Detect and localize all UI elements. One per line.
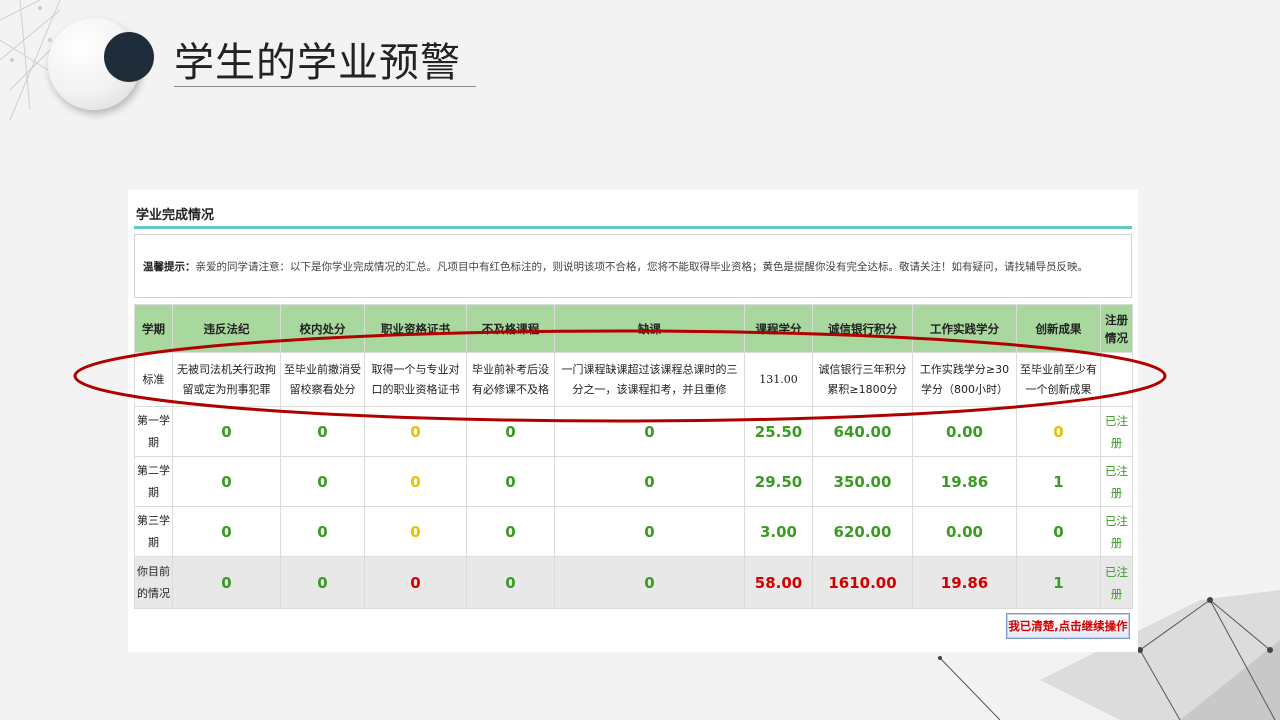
table-cell: 无被司法机关行政拘留或定为刑事犯罪 [172,352,281,407]
notice-text: 亲爱的同学请注意：以下是你学业完成情况的汇总。凡项目中有红色标注的，则说明该项不… [195,261,1089,273]
value-cell: 0 [280,506,365,557]
header-absence: 缺课 [554,304,745,353]
value-cell: 0 [466,556,555,609]
header-integrity-points: 诚信银行积分 [812,304,913,353]
standard-term: 标准 [134,352,173,407]
value-cell: 0.00 [912,506,1017,557]
table-cell: 诚信银行三年积分累积≥1800分 [812,352,913,407]
table-cell: 131.00 [744,352,813,407]
header-certificate: 职业资格证书 [364,304,467,353]
registration-status: 已注册 [1100,406,1133,457]
table-cell: 毕业前补考后没有必修课不及格 [466,352,555,407]
header-failed-courses: 不及格课程 [466,304,555,353]
value-cell: 0 [280,406,365,457]
value-cell: 0 [364,556,467,609]
value-cell: 0.00 [912,406,1017,457]
header-law-violation: 违反法纪 [172,304,281,353]
value-cell: 0 [172,406,281,457]
registration-status: 已注册 [1100,506,1133,557]
value-cell: 350.00 [812,456,913,507]
term-label: 第三学期 [134,506,173,557]
notice-label: 温馨提示： [143,261,196,273]
standard-row: 标准 无被司法机关行政拘留或定为刑事犯罪 至毕业前撤消受留校察看处分 取得一个与… [134,352,1133,407]
term-label: 你目前的情况 [134,556,173,609]
registration-status: 已注册 [1100,556,1133,609]
value-cell: 29.50 [744,456,813,507]
header-term: 学期 [134,304,173,353]
title-underline [174,86,476,87]
term-label: 第二学期 [134,456,173,507]
header-registration: 注册情况 [1100,304,1133,353]
term-label: 第一学期 [134,406,173,457]
term-row: 第二学期 0 0 0 0 0 29.50 350.00 19.86 1 已注册 [134,456,1133,507]
value-cell: 0 [554,556,745,609]
table-cell: 一门课程缺课超过该课程总课时的三分之一，该课程扣考，并且重修 [554,352,745,407]
value-cell: 0 [466,506,555,557]
value-cell: 0 [364,456,467,507]
registration-status: 已注册 [1100,456,1133,507]
value-cell: 0 [172,556,281,609]
value-cell: 0 [1016,506,1101,557]
value-cell: 0 [554,456,745,507]
value-cell: 25.50 [744,406,813,457]
value-cell: 0 [554,506,745,557]
value-cell: 3.00 [744,506,813,557]
value-cell: 0 [280,556,365,609]
current-status-row: 你目前的情况 0 0 0 0 0 58.00 1610.00 19.86 1 已注册 [134,556,1133,609]
value-cell: 1610.00 [812,556,913,609]
value-cell: 0 [466,406,555,457]
table-cell: 工作实践学分≥30学分（800小时） [912,352,1017,407]
term-rows: 第一学期 0 0 0 0 0 25.50 640.00 0.00 0 已注册 第二学期 0 0 0 0 0 29.… [134,406,1133,609]
title-decoration-dot [104,32,154,82]
header-work-credits: 工作实践学分 [912,304,1017,353]
value-cell: 1 [1016,456,1101,507]
value-cell: 19.86 [912,456,1017,507]
value-cell: 0 [466,456,555,507]
value-cell: 0 [280,456,365,507]
term-row: 第三学期 0 0 0 0 0 3.00 620.00 0.00 0 已注册 [134,506,1133,557]
term-row: 第一学期 0 0 0 0 0 25.50 640.00 0.00 0 已注册 [134,406,1133,457]
value-cell: 58.00 [744,556,813,609]
academic-status-panel: 学业完成情况 温馨提示：亲爱的同学请注意：以下是你学业完成情况的汇总。凡项目中有… [128,190,1138,652]
header-school-discipline: 校内处分 [280,304,365,353]
value-cell: 19.86 [912,556,1017,609]
value-cell: 0 [364,506,467,557]
notice-box: 温馨提示：亲爱的同学请注意：以下是你学业完成情况的汇总。凡项目中有红色标注的，则… [134,234,1132,298]
table-cell: 取得一个与专业对口的职业资格证书 [364,352,467,407]
table-header-row: 学期 违反法纪 校内处分 职业资格证书 不及格课程 缺课 课程学分 诚信银行积分… [134,304,1133,353]
continue-button[interactable]: 我已清楚,点击继续操作 [1006,613,1130,639]
value-cell: 620.00 [812,506,913,557]
header-innovation: 创新成果 [1016,304,1101,353]
slide-title: 学生的学业预警 [174,40,461,86]
table-cell: 至毕业前撤消受留校察看处分 [280,352,365,407]
header-course-credits: 课程学分 [744,304,813,353]
value-cell: 0 [172,506,281,557]
value-cell: 640.00 [812,406,913,457]
value-cell: 0 [172,456,281,507]
value-cell: 0 [1016,406,1101,457]
section-title: 学业完成情况 [136,208,215,223]
value-cell: 0 [554,406,745,457]
table-cell: 至毕业前至少有一个创新成果 [1016,352,1101,407]
academic-warning-table: 学期 违反法纪 校内处分 职业资格证书 不及格课程 缺课 课程学分 诚信银行积分… [134,304,1133,609]
table-cell [1100,352,1133,407]
section-divider [134,226,1132,229]
value-cell: 1 [1016,556,1101,609]
value-cell: 0 [364,406,467,457]
